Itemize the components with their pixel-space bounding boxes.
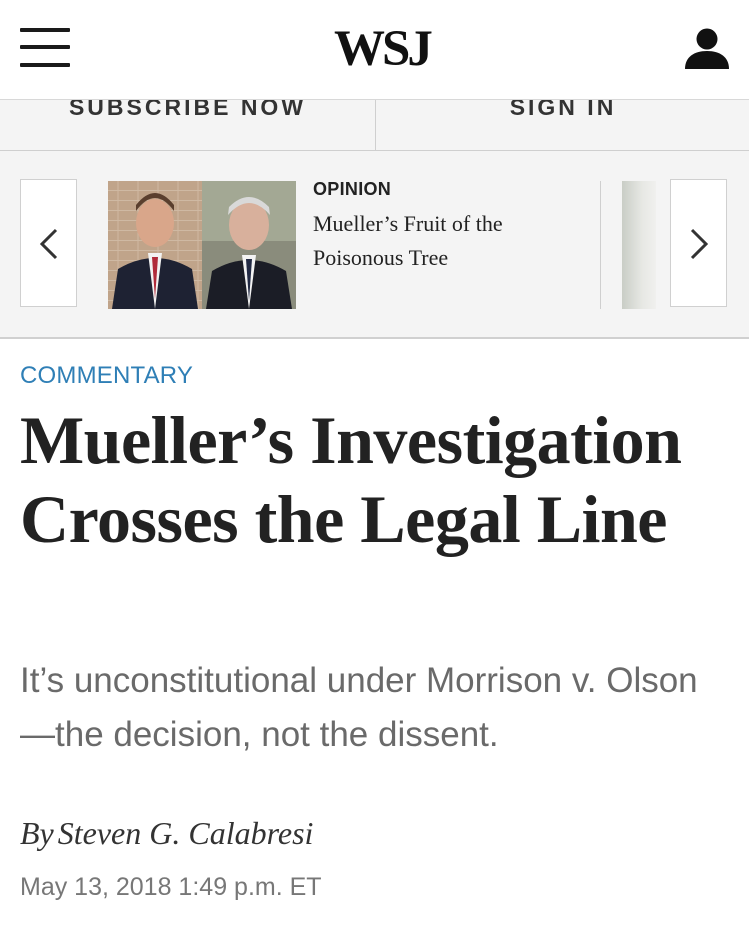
user-account-icon[interactable]	[684, 27, 730, 71]
byline-prefix: By	[20, 815, 54, 851]
author-name[interactable]: Steven G. Calabresi	[58, 815, 314, 851]
menu-line	[20, 63, 70, 67]
article-thumbnail[interactable]	[108, 181, 296, 309]
hamburger-menu-icon[interactable]	[20, 26, 70, 70]
wsj-logo[interactable]: WSJ	[334, 22, 433, 76]
related-articles-carousel: OPINION Mueller’s Fruit of the Poisonous…	[0, 151, 749, 339]
sign-in-button[interactable]: SIGN IN	[377, 100, 749, 127]
byline: By Steven G. Calabresi	[20, 815, 313, 852]
user-silhouette-icon	[685, 28, 729, 69]
chevron-right-icon	[690, 228, 709, 260]
carousel-kicker: OPINION	[313, 179, 392, 199]
thumbnail-photo	[108, 181, 296, 309]
carousel-divider	[600, 181, 601, 309]
menu-line	[20, 28, 70, 32]
article-subheadline: It’s unconstitutional under Morrison v. …	[20, 661, 698, 754]
button-divider	[375, 100, 376, 150]
subscribe-now-button[interactable]: SUBSCRIBE NOW	[0, 100, 375, 127]
carousel-next-button[interactable]	[670, 179, 727, 307]
top-navigation-bar: WSJ	[0, 0, 749, 98]
menu-line	[20, 45, 70, 49]
next-article-thumbnail-peek[interactable]	[622, 181, 656, 309]
carousel-article-title[interactable]: Mueller’s Fruit of the Poisonous Tree	[313, 207, 583, 275]
carousel-prev-button[interactable]	[20, 179, 77, 307]
section-label[interactable]: COMMENTARY	[20, 362, 193, 390]
subscribe-signin-bar: SUBSCRIBE NOW SIGN IN	[0, 99, 749, 151]
chevron-left-icon	[39, 228, 58, 260]
publish-timestamp: May 13, 2018 1:49 p.m. ET	[20, 873, 322, 901]
article-headline: Mueller’s Investigation Crosses the Lega…	[20, 402, 682, 557]
